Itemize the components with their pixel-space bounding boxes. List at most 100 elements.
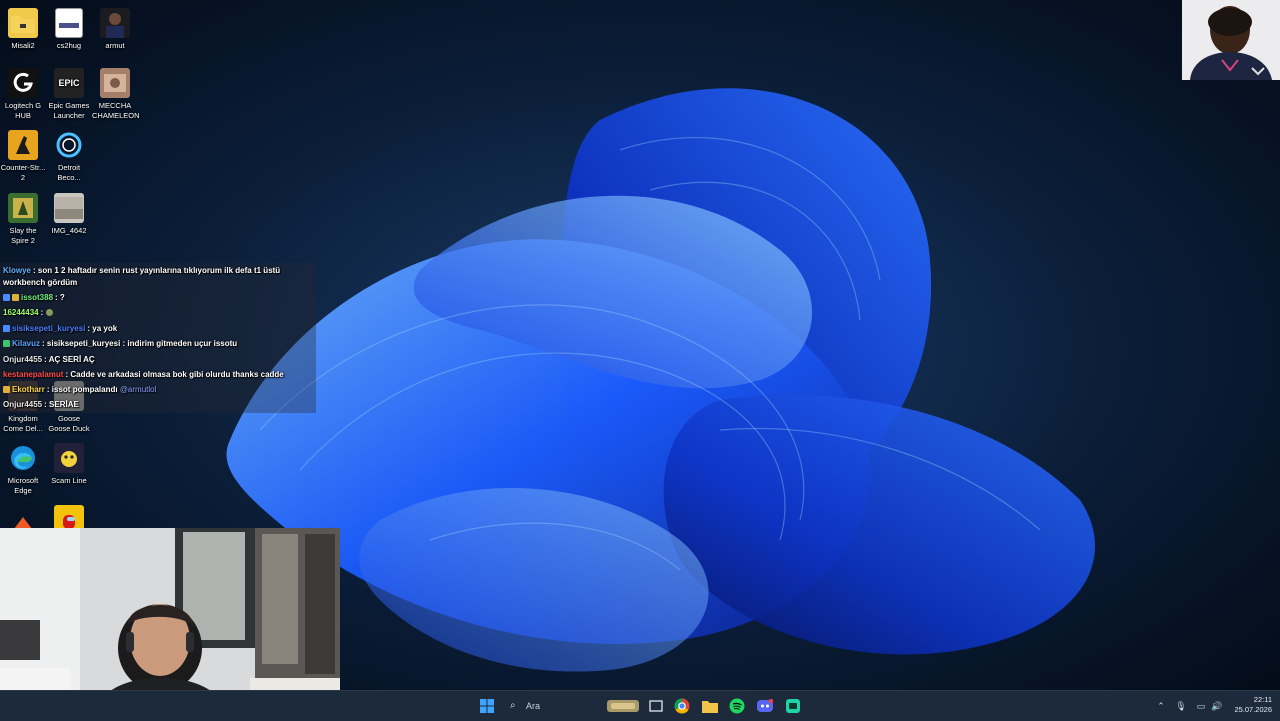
desktop-icon-logitech-g-hub[interactable]: Logitech G HUB: [0, 68, 46, 121]
game-icon: [8, 193, 38, 223]
epic-games-icon: EPIC: [54, 68, 84, 98]
spotify-icon: [729, 698, 745, 714]
chat-text: : AÇ SERİ AÇ: [44, 355, 95, 364]
chat-message: 16244434:: [3, 307, 303, 319]
desktop-icon-label: Microsoft Edge: [7, 476, 39, 495]
chat-username: issot388: [21, 293, 54, 302]
emote-icon: [46, 309, 54, 316]
folder-icon: [8, 8, 38, 38]
chat-text: : ya yok: [87, 324, 118, 333]
windows-start-icon: [480, 699, 494, 713]
chat-text: : Cadde ve arkadasi olmasa bok gibi olur…: [65, 370, 284, 379]
game-icon: [54, 443, 84, 473]
chat-username: 16244434: [3, 308, 39, 317]
desktop-icon-scam-line[interactable]: Scam Line: [46, 443, 92, 486]
chat-username: Kilavuz: [12, 339, 41, 348]
chrome-button[interactable]: [673, 697, 691, 715]
system-clock[interactable]: 22:11 25.07.2026: [1228, 695, 1272, 715]
discord-button[interactable]: [756, 697, 774, 715]
chat-text: : son 1 2 haftadır senin rust yayınların…: [3, 266, 281, 287]
epic-games-logo-text: EPIC: [58, 78, 80, 88]
desktop-icon-label: cs2hug: [56, 41, 82, 50]
desktop-icon-armut[interactable]: armut: [92, 8, 138, 51]
volume-icon[interactable]: 🔊: [1211, 700, 1223, 712]
clock-time: 22:11: [1253, 695, 1272, 704]
chat-message: kestanepalamut: Cadde ve arkadasi olmasa…: [3, 369, 303, 381]
guest-webcam-feed: [1182, 0, 1280, 80]
search-icon: ⌕: [510, 700, 516, 711]
desktop-icon-meccha-chameleon[interactable]: MECCHA CHAMELEON: [92, 68, 140, 121]
desktop-icon-label: IMG_4642: [51, 226, 87, 235]
chat-message: sisiksepeti_kuryesi: ya yok: [3, 323, 303, 335]
desktop-icon-img-4642[interactable]: IMG_4642: [46, 193, 92, 236]
stream-chat-overlay: Klowye: son 1 2 haftadır senin rust yayı…: [0, 263, 316, 413]
chat-message: Ekotharr: issot pompalandı @armutlol: [3, 384, 303, 396]
edge-icon: [8, 443, 38, 473]
desktop-icon-cs2hug[interactable]: cs2hug: [46, 8, 92, 51]
desktop-icon-label: Slay the Spire 2: [9, 226, 37, 245]
chat-badge-icon: [3, 340, 10, 347]
chevron-up-icon[interactable]: ⌃: [1155, 700, 1167, 712]
desktop-icon-label: Logitech G HUB: [4, 101, 42, 120]
desktop-icon-label: Misali2: [11, 41, 35, 50]
chat-badge-icon: [12, 294, 19, 301]
detroit-icon: [54, 130, 84, 160]
file-explorer-button[interactable]: [701, 697, 719, 715]
chat-message: Onjur4455: AÇ SERİ AÇ: [3, 354, 303, 366]
start-button[interactable]: [478, 697, 496, 715]
desktop-icon-counter-strike-2[interactable]: Counter-Str... 2: [0, 130, 46, 183]
desktop-icon-label: Goose Goose Duck: [48, 414, 90, 433]
app-button[interactable]: [784, 697, 802, 715]
chat-badge-icon: [3, 294, 10, 301]
chat-username: Klowye: [3, 266, 32, 275]
chat-message: Klowye: son 1 2 haftadır senin rust yayı…: [3, 265, 303, 289]
webcam-person-icon: [1182, 0, 1280, 80]
desktop-icon-slay-the-spire-2[interactable]: Slay the Spire 2: [0, 193, 46, 246]
chat-username: Ekotharr: [12, 385, 45, 394]
chat-text: : ?: [55, 293, 65, 302]
desktop-icon-label: armut: [105, 41, 125, 50]
chat-text: :: [40, 308, 44, 317]
desktop-icon-label: MECCHA CHAMELEON: [92, 101, 140, 120]
desktop-icon-label: Detroit Beco...: [57, 163, 81, 182]
spotify-button[interactable]: [728, 697, 746, 715]
counter-strike-icon: [8, 130, 38, 160]
chat-text: : SERİAE: [44, 400, 79, 409]
chat-text: : issot pompalandı: [46, 385, 118, 394]
desktop-icon-label: Epic Games Launcher: [48, 101, 90, 120]
chat-message: issot388: ?: [3, 292, 303, 304]
file-explorer-icon: [702, 701, 718, 713]
chat-message: Kilavuz: sisiksepeti_kuryesi : indirim g…: [3, 338, 303, 350]
desktop-icon-microsoft-edge[interactable]: Microsoft Edge: [0, 443, 46, 496]
desktop-icon-label: Scam Line: [51, 476, 87, 485]
app-icon: [786, 699, 800, 713]
search-highlight-button[interactable]: [606, 697, 640, 715]
desktop-icon-misali2[interactable]: Misali2: [0, 8, 46, 51]
search-placeholder: Ara: [526, 701, 541, 711]
clock-date: 25.07.2026: [1234, 705, 1272, 714]
taskbar-search-box[interactable]: ⌕ Ara: [500, 696, 600, 716]
display-icon[interactable]: ▭: [1195, 700, 1207, 712]
chat-text: : sisiksepeti_kuryesi : indirim gitmeden…: [42, 339, 238, 348]
chat-username: Onjur4455: [3, 355, 43, 364]
microphone-icon[interactable]: 🎙: [1175, 700, 1187, 712]
desktop-icon-epic-games[interactable]: EPIC Epic Games Launcher: [46, 68, 92, 121]
chrome-icon: [674, 698, 690, 714]
chat-mention: @armutlol: [119, 385, 157, 394]
image-file-icon: [100, 8, 130, 38]
chat-message: Onjur4455: SERİAE: [3, 399, 303, 411]
task-view-button[interactable]: [647, 697, 665, 715]
chat-username: Onjur4455: [3, 400, 43, 409]
task-view-icon: [649, 700, 663, 712]
chat-badge-icon: [3, 386, 10, 393]
desktop-icon-label: Counter-Str... 2: [0, 163, 46, 182]
chat-username: kestanepalamut: [3, 370, 64, 379]
logitech-icon: [8, 68, 38, 98]
chat-badge-icon: [3, 325, 10, 332]
desktop-icon-label: Kingdom Come Del...: [3, 414, 43, 433]
chat-username: sisiksepeti_kuryesi: [12, 324, 86, 333]
search-highlight-icon: [607, 700, 639, 712]
game-icon: [100, 68, 130, 98]
taskbar: ⌕ Ara ⌃ 🎙 ▭ 🔊 22:11 25.07.2026: [0, 690, 1280, 721]
desktop-icon-detroit[interactable]: Detroit Beco...: [46, 130, 92, 183]
